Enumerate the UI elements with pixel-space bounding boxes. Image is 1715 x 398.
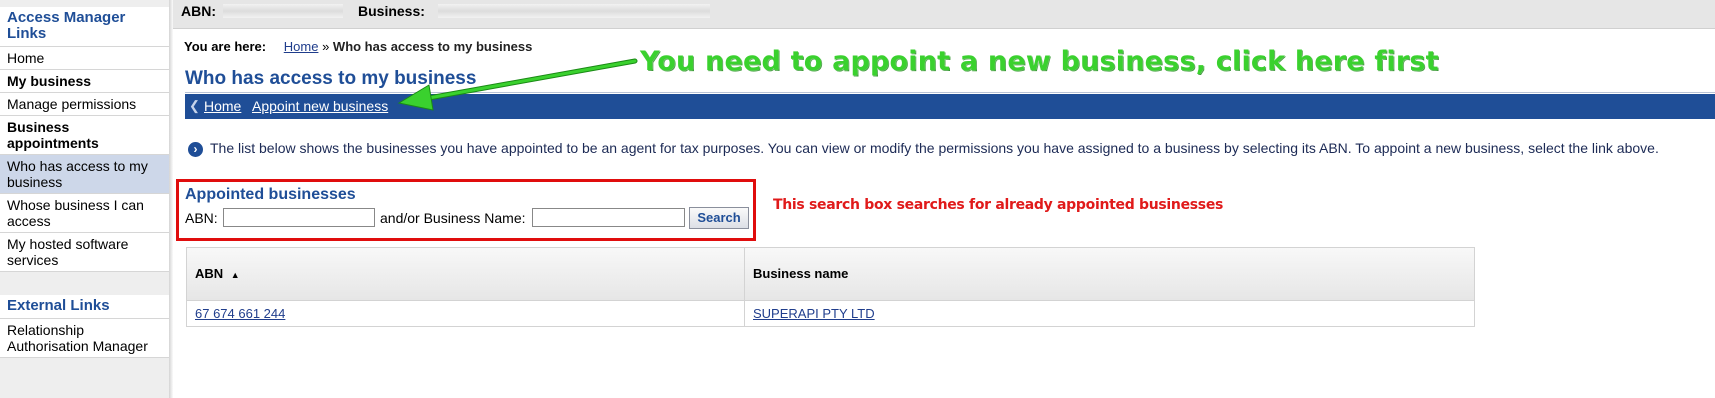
sort-ascending-icon: ▲ xyxy=(230,270,240,280)
sidebar-item-relationship-authorisation-manager[interactable]: Relationship Authorisation Manager xyxy=(0,319,169,358)
annotation-red: This search box searches for already app… xyxy=(773,197,1224,213)
abn-label: ABN: xyxy=(185,210,218,226)
breadcrumb-home-link[interactable]: Home xyxy=(284,39,319,54)
appoint-new-business-link[interactable]: Appoint new business xyxy=(252,98,388,114)
cell-abn: 67 674 661 244 xyxy=(187,301,745,326)
sidebar-item-business-appointments[interactable]: Business appointments xyxy=(0,116,169,155)
cell-business-name: SUPERAPI PTY LTD xyxy=(745,301,1474,326)
annotation-green: You need to appoint a new business, clic… xyxy=(640,46,1439,77)
sidebar-item-who-has-access[interactable]: Who has access to my business xyxy=(0,155,169,194)
sidebar-item-hosted-software[interactable]: My hosted software services xyxy=(0,233,169,272)
header-bar: ABN: Business: xyxy=(173,0,1715,29)
breadcrumb-current: Who has access to my business xyxy=(332,39,533,54)
abn-link[interactable]: 67 674 661 244 xyxy=(195,306,285,321)
header-business-value-redacted xyxy=(438,4,710,18)
chevron-right-circle-icon: › xyxy=(188,142,203,157)
sidebar-item-my-business[interactable]: My business xyxy=(0,70,169,93)
sidebar-item-home[interactable]: Home xyxy=(0,47,169,70)
header-abn-value-redacted xyxy=(223,4,343,18)
column-business-name[interactable]: Business name xyxy=(745,248,1474,300)
annotation-arrow-icon xyxy=(397,58,638,111)
sidebar: Access Manager Links Home My business Ma… xyxy=(0,0,170,398)
business-name-link[interactable]: SUPERAPI PTY LTD xyxy=(753,306,875,321)
table-row: 67 674 661 244 SUPERAPI PTY LTD xyxy=(187,301,1474,326)
sidebar-title: Access Manager Links xyxy=(0,7,169,47)
search-button[interactable]: Search xyxy=(689,207,749,229)
breadcrumb: You are here: Home » Who has access to m… xyxy=(184,39,532,54)
abn-input[interactable] xyxy=(223,208,375,227)
column-abn[interactable]: ABN ▲ xyxy=(187,248,745,300)
breadcrumb-separator: » xyxy=(322,39,330,54)
column-abn-label: ABN xyxy=(195,266,224,281)
breadcrumb-label: You are here: xyxy=(184,39,267,54)
nav-home-link[interactable]: Home xyxy=(204,98,241,114)
business-name-input[interactable] xyxy=(532,208,685,227)
appointed-businesses-table: ABN ▲ Business name 67 674 661 244 SUPER… xyxy=(186,247,1475,327)
chevron-left-icon: ❮ xyxy=(189,98,200,113)
sidebar-item-manage-permissions[interactable]: Manage permissions xyxy=(0,93,169,116)
info-text: The list below shows the businesses you … xyxy=(210,140,1659,156)
header-abn-label: ABN: xyxy=(181,3,216,19)
appointed-businesses-title: Appointed businesses xyxy=(185,186,356,203)
table-header: ABN ▲ Business name xyxy=(187,248,1474,301)
business-name-label: and/or Business Name: xyxy=(380,210,526,226)
external-links-title: External Links xyxy=(0,295,169,319)
external-links: External Links Relationship Authorisatio… xyxy=(0,295,169,358)
header-business-label: Business: xyxy=(358,3,425,19)
sidebar-divider xyxy=(169,0,173,398)
sidebar-item-whose-business[interactable]: Whose business I can access xyxy=(0,194,169,233)
access-manager-links: Access Manager Links Home My business Ma… xyxy=(0,7,169,272)
